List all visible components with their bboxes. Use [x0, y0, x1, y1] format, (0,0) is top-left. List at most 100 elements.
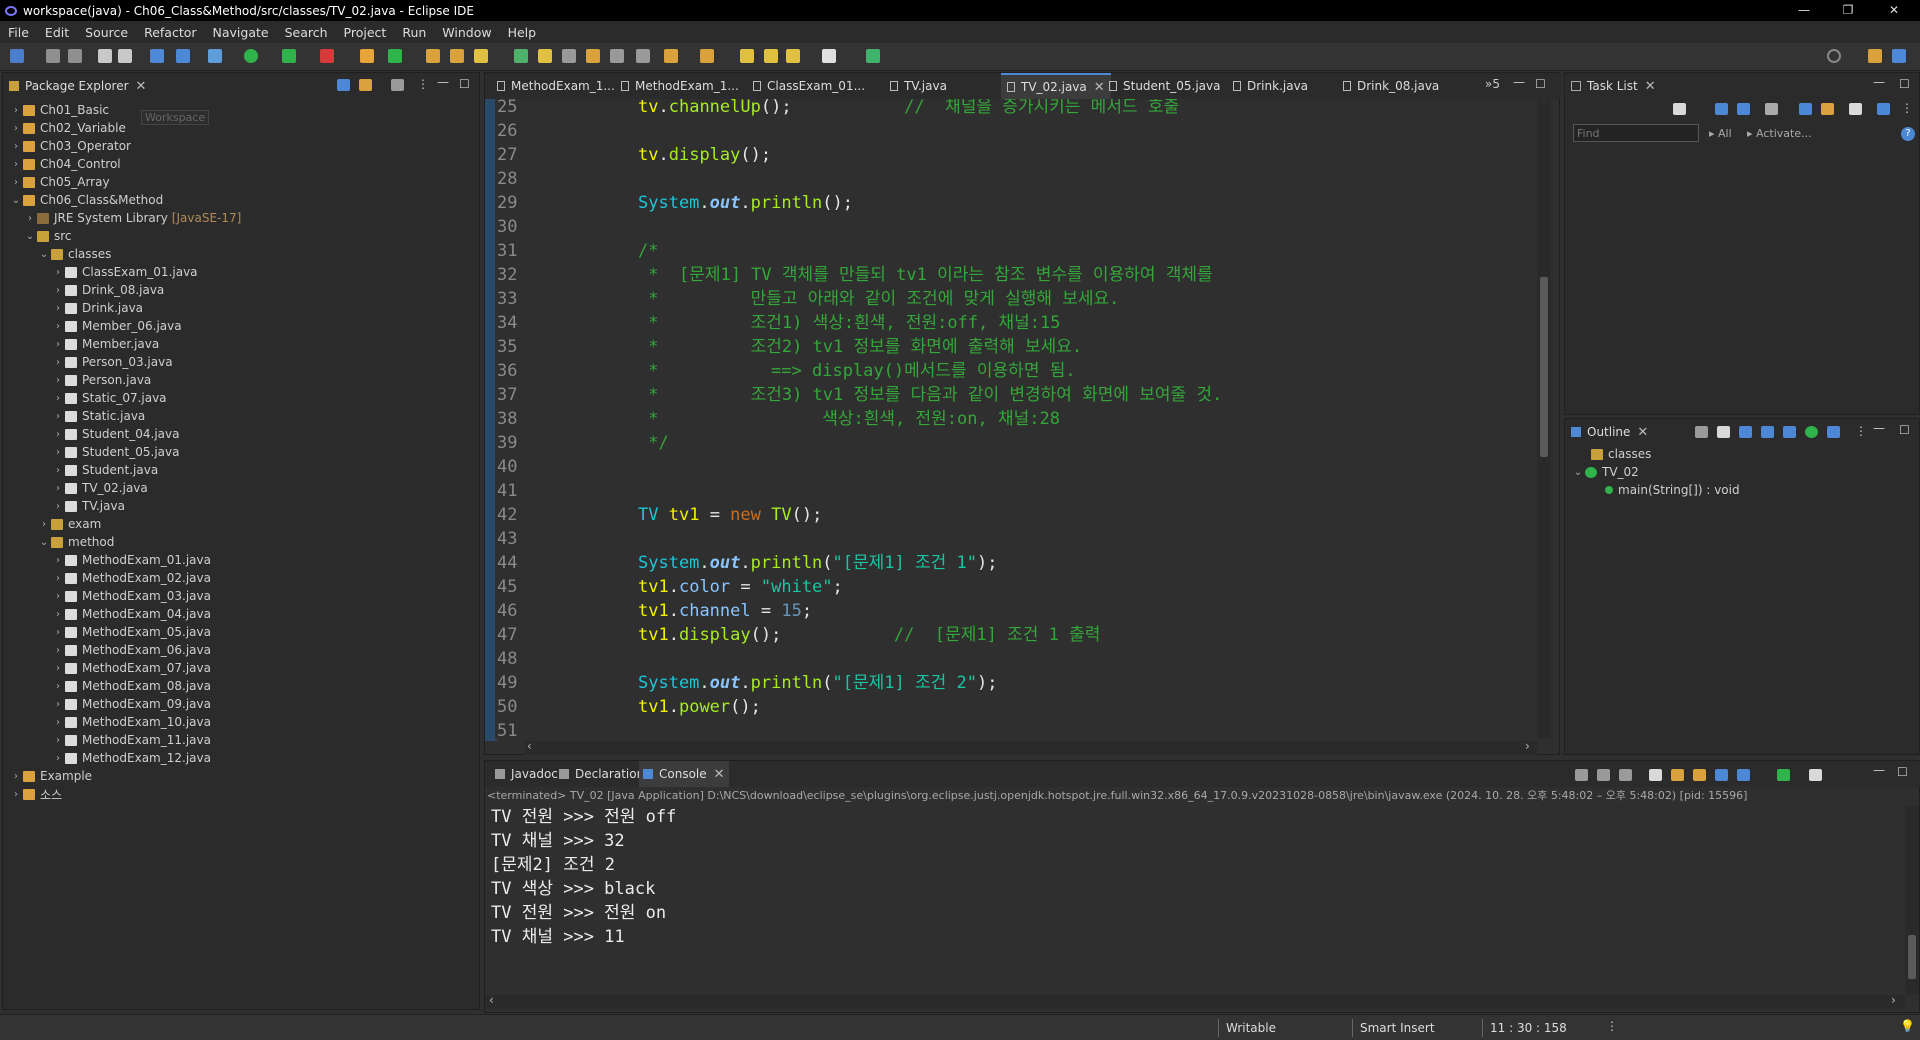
terminate-icon[interactable] — [1575, 769, 1588, 781]
minimize-view-icon[interactable]: — — [1873, 421, 1885, 435]
tree-item[interactable]: › MethodExam_02.java — [3, 569, 481, 587]
tree-item[interactable]: ⌄ classes — [3, 245, 481, 263]
undo-icon[interactable] — [98, 49, 112, 63]
tree-item[interactable]: › MethodExam_04.java — [3, 605, 481, 623]
open-perspective-icon[interactable] — [1868, 49, 1882, 63]
lightbulb-icon[interactable]: 💡 — [1900, 1019, 1915, 1033]
filter-icon[interactable] — [1799, 103, 1812, 115]
chevron-right-icon[interactable]: › — [51, 303, 65, 314]
open-type-icon[interactable] — [426, 49, 440, 63]
chevron-right-icon[interactable]: › — [51, 429, 65, 440]
hide-completed-icon[interactable] — [1765, 103, 1778, 115]
console-output[interactable]: TV 전원 >>> 전원 off TV 채널 >>> 32 [문제2] 조건 2 TV… — [485, 805, 1903, 993]
chevron-right-icon[interactable]: › — [51, 357, 65, 368]
sync-icon[interactable] — [1821, 103, 1834, 115]
tree-item[interactable]: › MethodExam_09.java — [3, 695, 481, 713]
tab-editor-file[interactable]: TV.java — [884, 73, 953, 99]
chevron-right-icon[interactable]: › — [51, 753, 65, 764]
maximize-view-icon[interactable]: ☐ — [1897, 765, 1908, 779]
scroll-right-icon[interactable]: › — [1891, 993, 1896, 1007]
tree-item[interactable]: › Ch01_Basic — [3, 101, 481, 119]
java-perspective-icon[interactable] — [1892, 49, 1906, 63]
chevron-right-icon[interactable]: › — [51, 393, 65, 404]
redo-icon[interactable] — [118, 49, 132, 63]
tab-console[interactable]: Console ✕ — [639, 761, 729, 787]
tree-item[interactable]: › Ch02_Variable — [3, 119, 481, 137]
chevron-right-icon[interactable]: › — [51, 465, 65, 476]
chevron-right-icon[interactable]: › — [51, 555, 65, 566]
code-line[interactable]: /* — [638, 239, 658, 263]
tree-item[interactable]: › MethodExam_11.java — [3, 731, 481, 749]
close-button[interactable]: ✕ — [1872, 0, 1916, 21]
console-vertical-scrollbar[interactable] — [1905, 805, 1919, 995]
scroll-lock-icon[interactable] — [1649, 769, 1662, 781]
chevron-right-icon[interactable]: › — [51, 321, 65, 332]
maximize-view-icon[interactable]: ☐ — [1899, 77, 1910, 91]
code-area[interactable]: 25 tv.channelUp(); // 채널을 증가시키는 메서드 호출 26 2… — [495, 99, 1537, 739]
chevron-right-icon[interactable]: › — [9, 789, 23, 800]
tree-item[interactable]: › MethodExam_10.java — [3, 713, 481, 731]
close-icon[interactable]: ✕ — [714, 767, 725, 782]
code-line[interactable]: tv.display(); — [638, 143, 771, 167]
code-line[interactable]: tv1.power(); — [638, 695, 761, 719]
chevron-right-icon[interactable]: › — [51, 375, 65, 386]
search-tool-icon[interactable] — [474, 49, 488, 63]
console-scroll-thumb[interactable] — [1908, 935, 1916, 979]
hide-local-types-icon[interactable] — [1827, 426, 1840, 438]
help-icon[interactable]: ? — [1901, 127, 1915, 141]
tree-item[interactable]: › MethodExam_06.java — [3, 641, 481, 659]
tree-item[interactable]: › TV.java — [3, 497, 481, 515]
open-task-icon[interactable] — [866, 49, 880, 63]
chevron-right-icon[interactable]: › — [51, 591, 65, 602]
tree-item[interactable]: › JRE System Library [JavaSE-17] — [3, 209, 481, 227]
chevron-right-icon[interactable]: › — [37, 519, 51, 530]
cursor-position-status[interactable]: 11 : 30 : 158 — [1490, 1021, 1567, 1035]
chevron-down-icon[interactable]: ⌄ — [9, 195, 23, 206]
chevron-right-icon[interactable]: › — [51, 339, 65, 350]
remove-all-icon[interactable] — [1619, 769, 1632, 781]
new-class-icon[interactable] — [388, 49, 402, 63]
chevron-right-icon[interactable]: › — [9, 105, 23, 116]
menu-search[interactable]: Search — [277, 25, 336, 40]
menu-file[interactable]: File — [0, 25, 37, 40]
activate-filter[interactable]: ▸ Activate... — [1747, 127, 1812, 140]
tree-item[interactable]: › Drink_08.java — [3, 281, 481, 299]
chevron-right-icon[interactable]: › — [51, 699, 65, 710]
hide-fields-icon[interactable] — [1761, 426, 1774, 438]
remove-launch-icon[interactable] — [1597, 769, 1610, 781]
tree-item[interactable]: › Student.java — [3, 461, 481, 479]
tab-editor-file[interactable]: Drink_08.java — [1337, 73, 1445, 99]
new-task-icon[interactable] — [1673, 103, 1686, 115]
menu-help[interactable]: Help — [500, 25, 545, 40]
editor-vertical-scrollbar[interactable] — [1537, 99, 1551, 739]
chevron-right-icon[interactable]: › — [51, 717, 65, 728]
code-line[interactable]: TV tv1 = new TV(); — [638, 503, 822, 527]
last-edit-icon[interactable] — [786, 49, 800, 63]
code-line[interactable]: * ==> display()메서드를 이용하면 됨. — [638, 359, 1075, 383]
chevron-right-icon[interactable]: › — [9, 771, 23, 782]
code-line[interactable]: * 조건2) tv1 정보를 화면에 출력해 보세요. — [638, 335, 1082, 359]
chevron-right-icon[interactable]: › — [51, 627, 65, 638]
pin-console-icon[interactable] — [1715, 769, 1728, 781]
search-icon[interactable] — [1827, 49, 1841, 63]
tab-task-list[interactable]: Task List ✕ — [1571, 73, 1656, 99]
tree-item[interactable]: › Member.java — [3, 335, 481, 353]
tree-item[interactable]: › MethodExam_01.java — [3, 551, 481, 569]
maximize-view-icon[interactable]: ☐ — [459, 77, 470, 91]
open-console-icon[interactable] — [1777, 769, 1790, 781]
new-icon[interactable] — [10, 49, 24, 63]
focus-icon[interactable] — [391, 79, 404, 91]
sort-icon[interactable] — [1739, 426, 1752, 438]
chevron-right-icon[interactable]: › — [51, 285, 65, 296]
tree-item[interactable]: › Student_05.java — [3, 443, 481, 461]
chevron-right-icon[interactable]: › — [51, 501, 65, 512]
minimize-view-icon[interactable]: — — [1873, 763, 1885, 777]
chevron-right-icon[interactable]: › — [51, 267, 65, 278]
tree-item[interactable]: › Ch05_Array — [3, 173, 481, 191]
code-line[interactable]: System.out.println("[문제1] 조건 1"); — [638, 551, 997, 575]
tab-editor-file[interactable]: MethodExam_1... — [491, 73, 621, 99]
tree-item[interactable]: › Student_04.java — [3, 425, 481, 443]
tree-item[interactable]: › Person_03.java — [3, 353, 481, 371]
code-line[interactable]: System.out.println("[문제1] 조건 2"); — [638, 671, 997, 695]
tree-item[interactable]: › Ch03_Operator — [3, 137, 481, 155]
